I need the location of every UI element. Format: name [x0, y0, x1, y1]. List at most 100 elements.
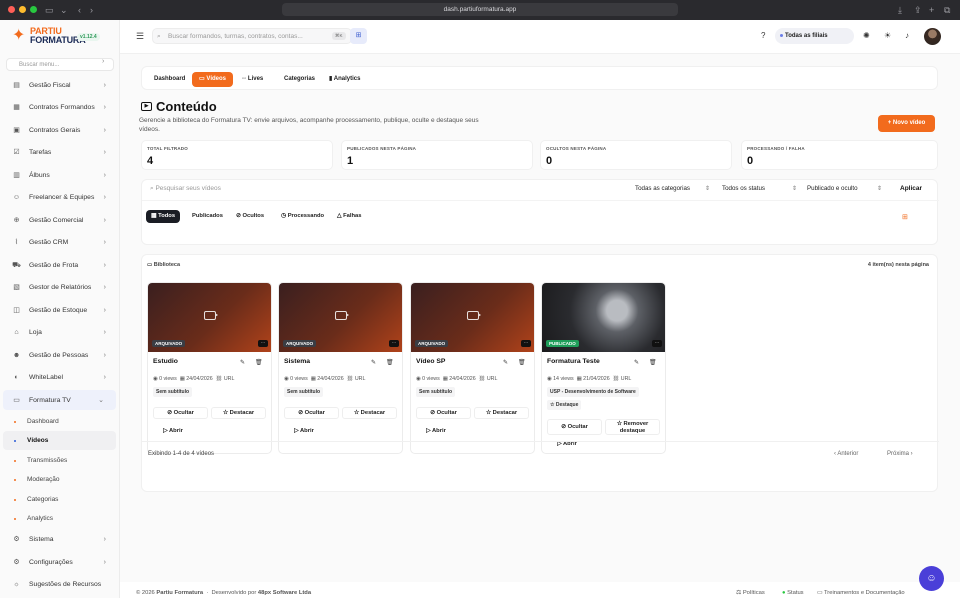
subitem-dashboard[interactable]: Dashboard: [14, 418, 59, 425]
subitem-transmissoes[interactable]: Transmissões: [14, 457, 67, 464]
tab-videos[interactable]: ▭ Vídeos: [192, 72, 234, 87]
edit-icon[interactable]: ✎: [240, 359, 245, 366]
trash-icon[interactable]: 🗑: [518, 359, 526, 366]
open-button[interactable]: ▷ Abrir: [416, 425, 456, 437]
trash-icon[interactable]: 🗑: [255, 359, 263, 366]
chip-todos[interactable]: ▦ Todos: [146, 210, 181, 223]
sidebar-item-contratos-gerais[interactable]: ▣ Contratos Gerais ›: [0, 120, 118, 140]
back-icon[interactable]: ‹: [78, 4, 81, 16]
chat-button[interactable]: ☺: [919, 566, 944, 591]
previous-page-button[interactable]: ‹ Anterior: [834, 451, 858, 457]
remove-feature-button[interactable]: ☆ Remover destaque: [605, 419, 660, 435]
chip-ocultos[interactable]: ⊘ Ocultos: [231, 210, 269, 223]
status-link[interactable]: ● Status: [782, 590, 804, 596]
docs-link[interactable]: ▭ Treinamentos e Documentação: [817, 590, 905, 596]
brand-logo[interactable]: ✦ PARTIU FORMATURA: [12, 27, 86, 45]
sidebar-search-input[interactable]: Buscar menu...: [6, 58, 114, 71]
new-tab-icon[interactable]: +: [929, 4, 934, 16]
chip-processando[interactable]: ◷ Processando: [276, 210, 329, 223]
sidebar-item-loja[interactable]: ⌂ Loja ›: [0, 322, 118, 342]
share-icon[interactable]: ⇪: [914, 4, 922, 16]
forward-icon[interactable]: ›: [90, 4, 93, 16]
feature-button[interactable]: ☆ Destacar: [342, 407, 397, 419]
sidebar-item-pessoas[interactable]: ☻ Gestão de Pessoas ›: [0, 345, 118, 365]
sidebar-item-gestao-fiscal[interactable]: ▤ Gestão Fiscal ›: [0, 75, 118, 95]
download-icon[interactable]: ⤓: [898, 4, 902, 16]
next-page-button[interactable]: Próxima ›: [887, 451, 913, 457]
edit-icon[interactable]: ✎: [634, 359, 639, 366]
subitem-analytics[interactable]: Analytics: [14, 515, 53, 522]
category-select[interactable]: Todas as categorias ⇕: [635, 185, 713, 192]
sidebar-item-sistema[interactable]: ⚙ Sistema ›: [0, 529, 118, 549]
edit-icon[interactable]: ✎: [371, 359, 376, 366]
sidebar-item-gestao-frota[interactable]: ⛟ Gestão de Frota ›: [0, 255, 118, 275]
trash-icon[interactable]: 🗑: [649, 359, 657, 366]
sidebar-item-relatorios[interactable]: ▧ Gestor de Relatórios ›: [0, 277, 118, 297]
sidebar-item-contratos-formandos[interactable]: ▦ Contratos Formandos ›: [0, 97, 118, 117]
minimize-window-button[interactable]: [19, 6, 26, 13]
sidebar-item-formatura-tv[interactable]: ▭ Formatura TV ⌄: [3, 390, 116, 410]
sidebar-item-freelancer[interactable]: ☺ Freelancer & Equipes ›: [0, 187, 118, 207]
close-window-button[interactable]: [8, 6, 15, 13]
tab-dashboard[interactable]: Dashboard: [147, 72, 192, 87]
sidebar-item-estoque[interactable]: ◫ Gestão de Estoque ›: [0, 300, 118, 320]
avatar[interactable]: [924, 28, 941, 45]
chevron-down-icon[interactable]: ⌄: [60, 4, 68, 16]
subitem-categorias[interactable]: Categorias: [14, 496, 58, 503]
video-thumbnail[interactable]: ARQUIVADO ⋯: [148, 283, 271, 352]
tab-lives[interactable]: ◦◦ Lives: [235, 72, 270, 87]
more-icon[interactable]: ⋯: [258, 340, 268, 347]
more-icon[interactable]: ⋯: [652, 340, 662, 347]
maximize-window-button[interactable]: [30, 6, 37, 13]
policies-link[interactable]: ⚖ Políticas: [736, 590, 765, 596]
grid-view-icon[interactable]: ⊞: [902, 213, 908, 221]
open-button[interactable]: ▷ Abrir: [284, 425, 324, 437]
video-thumbnail[interactable]: ARQUIVADO ⋯: [279, 283, 402, 352]
chip-publicados[interactable]: Publicados: [187, 210, 228, 223]
open-button[interactable]: ▷ Abrir: [547, 438, 587, 450]
branch-selector[interactable]: Todas as filiais: [775, 28, 854, 44]
sidebar-item-configuracoes[interactable]: ⚙ Configurações ›: [0, 552, 118, 572]
help-icon[interactable]: ?: [761, 31, 765, 40]
global-search-input[interactable]: ⌕ Buscar formandos, turmas, contratos, c…: [152, 28, 352, 44]
sidebar-item-whitelabel[interactable]: ◐ WhiteLabel ›: [0, 367, 118, 387]
more-icon[interactable]: ⋯: [521, 340, 531, 347]
hide-button[interactable]: ⊘ Ocultar: [416, 407, 471, 419]
visibility-select[interactable]: Publicado e oculto ⇕: [807, 185, 885, 192]
feature-button[interactable]: ☆ Destacar: [474, 407, 529, 419]
edit-icon[interactable]: ✎: [503, 359, 508, 366]
tab-analytics[interactable]: ▮ Analytics: [322, 72, 367, 87]
video-thumbnail[interactable]: PUBLICADO ⋯: [542, 283, 665, 352]
subitem-videos[interactable]: Vídeos: [14, 437, 48, 444]
address-bar[interactable]: dash.partiuformatura.app: [282, 3, 678, 16]
feature-button[interactable]: ☆ Destacar: [211, 407, 266, 419]
new-video-button[interactable]: + Novo vídeo: [878, 115, 935, 132]
menu-icon[interactable]: ☰: [136, 31, 144, 42]
theme-icon[interactable]: ✺: [863, 31, 870, 40]
more-icon[interactable]: ⋯: [389, 340, 399, 347]
subitem-moderacao[interactable]: Moderação: [14, 476, 60, 483]
sidebar-item-tarefas[interactable]: ☑ Tarefas ›: [0, 142, 118, 162]
hide-button[interactable]: ⊘ Ocultar: [284, 407, 339, 419]
filter-grid-button[interactable]: ⊞: [350, 28, 367, 44]
sidebar-item-sugestoes[interactable]: ☼ Sugestões de Recursos: [0, 574, 118, 594]
video-thumbnail[interactable]: ARQUIVADO ⋯: [411, 283, 534, 352]
status-select[interactable]: Todos os status ⇕: [722, 185, 800, 192]
sidebar-item-gestao-crm[interactable]: ⌇ Gestão CRM ›: [0, 232, 118, 252]
apply-button[interactable]: Aplicar: [900, 185, 922, 192]
tab-categorias[interactable]: Categorias: [277, 72, 322, 87]
hide-button[interactable]: ⊘ Ocultar: [153, 407, 208, 419]
collapse-sidebar-icon[interactable]: ›: [102, 58, 104, 65]
featured-badge: ☆ Destaque: [547, 400, 582, 410]
bell-icon[interactable]: ♪: [905, 31, 909, 40]
video-search-input[interactable]: ⌕ Pesquisar seus vídeos: [150, 185, 221, 193]
sidebar-toggle-icon[interactable]: ▭: [45, 4, 54, 16]
sidebar-item-gestao-comercial[interactable]: ⊕ Gestão Comercial ›: [0, 210, 118, 230]
tabs-overview-icon[interactable]: ⧉: [944, 4, 950, 16]
brightness-icon[interactable]: ☀: [884, 31, 891, 40]
sidebar-item-albuns[interactable]: ▥ Álbuns ›: [0, 165, 118, 185]
trash-icon[interactable]: 🗑: [386, 359, 394, 366]
open-button[interactable]: ▷ Abrir: [153, 425, 193, 437]
hide-button[interactable]: ⊘ Ocultar: [547, 419, 602, 435]
chip-falhas[interactable]: △ Falhas: [332, 210, 366, 223]
